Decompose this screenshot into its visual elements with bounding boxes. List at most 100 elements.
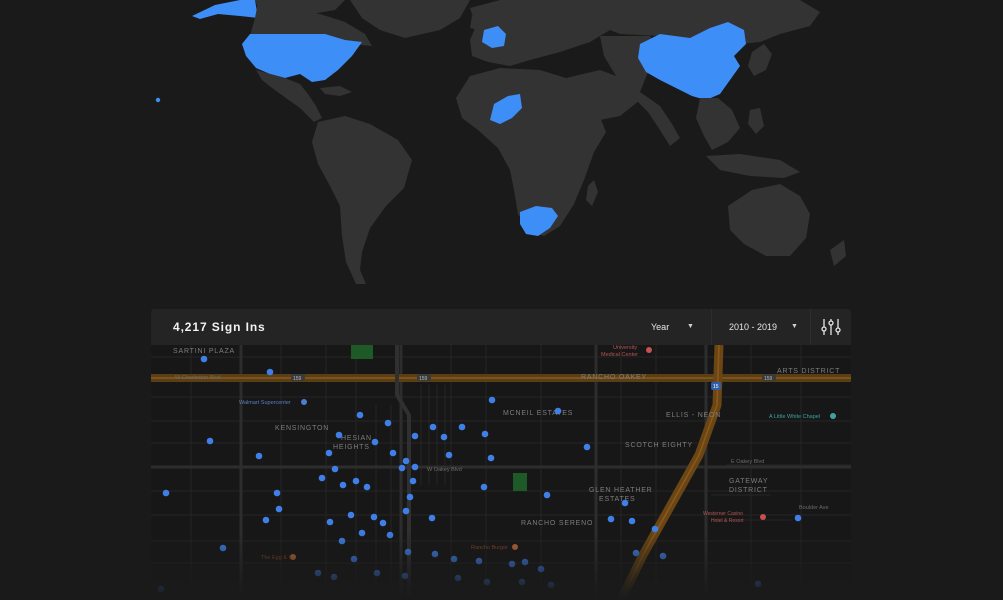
sign-in-dot[interactable] <box>431 550 439 558</box>
sign-in-dot[interactable] <box>401 572 409 580</box>
sign-in-dot[interactable] <box>794 514 802 522</box>
country-alaska[interactable] <box>192 0 258 19</box>
sign-in-dot[interactable] <box>409 477 417 485</box>
sign-in-dot[interactable] <box>339 481 347 489</box>
store-pin-icon[interactable] <box>301 399 307 405</box>
sign-in-dot[interactable] <box>335 431 343 439</box>
sign-in-dot[interactable] <box>583 443 591 451</box>
sign-in-dot[interactable] <box>628 517 636 525</box>
sign-in-dot[interactable] <box>358 529 366 537</box>
sign-in-dot[interactable] <box>411 463 419 471</box>
sign-in-dot[interactable] <box>338 537 346 545</box>
panel-header: 4,217 Sign Ins Year ▼ 2010 - 2019 ▼ <box>151 309 851 346</box>
sign-in-dot[interactable] <box>352 477 360 485</box>
sign-in-dot[interactable] <box>318 474 326 482</box>
sign-in-dot[interactable] <box>371 438 379 446</box>
sign-in-dot[interactable] <box>398 464 406 472</box>
poi-umc-label-2: Medical Center <box>601 352 638 358</box>
sign-in-dot[interactable] <box>386 531 394 539</box>
sign-ins-panel: 4,217 Sign Ins Year ▼ 2010 - 2019 ▼ SART… <box>151 309 851 600</box>
area-label-scotch: SCOTCH EIGHTY <box>625 442 693 449</box>
sign-in-dot[interactable] <box>450 555 458 563</box>
sign-in-dot[interactable] <box>373 569 381 577</box>
year-dropdown[interactable]: Year ▼ <box>651 309 707 345</box>
sign-in-dot[interactable] <box>255 452 263 460</box>
caret-down-icon: ▼ <box>791 323 798 330</box>
sign-in-dot[interactable] <box>356 411 364 419</box>
sign-in-dot[interactable] <box>206 437 214 445</box>
sign-in-dot[interactable] <box>445 451 453 459</box>
sign-in-dot[interactable] <box>481 430 489 438</box>
street-label-boulder: Boulder Ave <box>799 505 829 511</box>
sign-in-dot[interactable] <box>273 489 281 497</box>
chapel-pin-icon[interactable] <box>830 413 836 419</box>
sign-in-dot[interactable] <box>508 560 516 568</box>
sign-in-dot[interactable] <box>488 396 496 404</box>
sign-in-dot[interactable] <box>379 519 387 527</box>
sign-in-dot[interactable] <box>411 432 419 440</box>
year-dropdown-value: Year <box>651 322 670 332</box>
sign-in-dot[interactable] <box>428 514 436 522</box>
sliders-icon <box>821 319 841 335</box>
sign-in-dot[interactable] <box>363 483 371 491</box>
sign-in-dot[interactable] <box>157 585 165 593</box>
range-dropdown[interactable]: 2010 - 2019 ▼ <box>711 309 811 345</box>
poi-umc-label: University <box>613 345 637 351</box>
sign-in-dot[interactable] <box>370 513 378 521</box>
route-shield-i15: 15 <box>713 384 719 390</box>
sign-in-dot[interactable] <box>262 516 270 524</box>
country-south-africa[interactable] <box>520 206 558 236</box>
sign-in-dot[interactable] <box>440 433 448 441</box>
sign-in-dot[interactable] <box>266 368 274 376</box>
area-label-gateway: GATEWAY <box>729 478 768 485</box>
sign-in-dot[interactable] <box>325 449 333 457</box>
sign-in-dot[interactable] <box>350 555 358 563</box>
sign-in-dot[interactable] <box>314 569 322 577</box>
sign-in-dot[interactable] <box>454 574 462 582</box>
sign-in-dot[interactable] <box>543 491 551 499</box>
sign-in-dot[interactable] <box>483 578 491 586</box>
sign-in-dot[interactable] <box>402 457 410 465</box>
sign-in-dot[interactable] <box>330 573 338 581</box>
casino-pin-icon[interactable] <box>760 514 766 520</box>
sign-in-dot[interactable] <box>521 558 529 566</box>
region-japan <box>748 44 772 76</box>
sign-in-dot[interactable] <box>404 548 412 556</box>
sign-in-dot[interactable] <box>607 515 615 523</box>
route-shield-159c: 159 <box>764 376 773 382</box>
filter-button[interactable] <box>810 309 851 345</box>
sign-in-dot[interactable] <box>621 499 629 507</box>
main-streets <box>151 345 851 600</box>
sign-in-dot[interactable] <box>326 518 334 526</box>
sign-in-dot[interactable] <box>518 578 526 586</box>
sign-in-dot[interactable] <box>547 581 555 589</box>
sign-in-dot[interactable] <box>429 423 437 431</box>
sign-in-dot[interactable] <box>200 355 208 363</box>
fastfood-pin-icon[interactable] <box>512 544 518 550</box>
sign-in-dot[interactable] <box>275 505 283 513</box>
sign-in-dot[interactable] <box>458 423 466 431</box>
sign-in-dot[interactable] <box>554 407 562 415</box>
hospital-pin-icon[interactable] <box>646 347 652 353</box>
sign-in-dot[interactable] <box>537 565 545 573</box>
highway-i15 <box>616 345 724 600</box>
city-map[interactable]: SARTINI PLAZA RANCHO OAKEY ARTS DISTRICT… <box>151 345 851 600</box>
sign-in-dot[interactable] <box>475 557 483 565</box>
sign-in-dot[interactable] <box>389 449 397 457</box>
sign-in-dot[interactable] <box>754 580 762 588</box>
sign-in-dot[interactable] <box>162 489 170 497</box>
sign-in-dot[interactable] <box>406 493 414 501</box>
sign-in-dot[interactable] <box>632 549 640 557</box>
sign-in-dot[interactable] <box>347 511 355 519</box>
sign-in-dot[interactable] <box>487 454 495 462</box>
area-label-mcneil: MCNEIL ESTATES <box>503 410 573 417</box>
sign-in-dot[interactable] <box>402 507 410 515</box>
sign-in-dot[interactable] <box>659 552 667 560</box>
sign-in-dot[interactable] <box>384 419 392 427</box>
sign-in-dot[interactable] <box>651 525 659 533</box>
sign-in-dot[interactable] <box>219 544 227 552</box>
area-label-heights: HEIGHTS <box>333 444 370 451</box>
restaurant-pin-icon[interactable] <box>290 554 296 560</box>
sign-in-dot[interactable] <box>480 483 488 491</box>
sign-in-dot[interactable] <box>331 465 339 473</box>
